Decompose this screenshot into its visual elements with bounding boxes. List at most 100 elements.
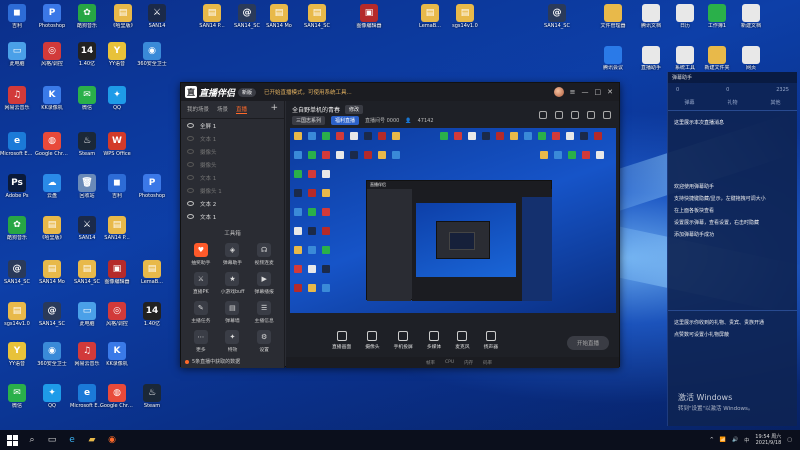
desktop-icon[interactable]: ✉ 微信: [0, 384, 34, 418]
desktop-icon[interactable]: Y YY语音: [0, 342, 34, 376]
tool-button[interactable]: ◈ 弹幕助手: [217, 243, 249, 266]
eye-icon[interactable]: [187, 214, 194, 219]
desktop-icon[interactable]: ♫ 网易云音乐: [0, 86, 34, 120]
desktop-icon[interactable]: Ps Adobe Ps: [0, 174, 34, 208]
close-icon[interactable]: ✕: [607, 88, 613, 96]
desktop-icon[interactable]: W WPS Office: [100, 132, 134, 166]
notification-icon[interactable]: ▢: [787, 437, 792, 443]
desktop-icon[interactable]: ▤ LemaB...: [413, 4, 447, 38]
tool-button[interactable]: ★ 小游戏buff: [217, 272, 249, 295]
desktop-icon[interactable]: ▭ 此电脑: [0, 42, 34, 76]
desktop-icon[interactable]: ◉ 360安全卫士: [135, 42, 169, 76]
tool-button[interactable]: ⚔ 直播PK: [185, 272, 217, 295]
eye-icon[interactable]: [187, 162, 194, 167]
source-control[interactable]: 手机投屏: [394, 330, 413, 350]
desktop-icon[interactable]: 腾讯会议: [596, 46, 630, 80]
tab-gifts[interactable]: 礼物: [727, 99, 737, 106]
desktop-icon[interactable]: K KK录像机: [35, 86, 69, 120]
task-view-icon[interactable]: ▭: [44, 432, 60, 448]
desktop-icon[interactable]: ⚔ SAN14: [140, 4, 174, 38]
tool-button[interactable]: ✎ 主播任务: [185, 301, 217, 324]
tool-button[interactable]: ♥ 抽奖助手: [185, 243, 217, 266]
desktop-icon[interactable]: 腾讯文档: [634, 4, 668, 38]
volume-icon[interactable]: 🔊: [732, 437, 738, 443]
desktop-icon[interactable]: ▤ SAN14 Mo: [262, 4, 296, 38]
scene-item[interactable]: 文本 1: [181, 210, 284, 223]
desktop-icon[interactable]: 直播助手: [634, 46, 668, 80]
eye-icon[interactable]: [187, 123, 194, 128]
desktop-icon[interactable]: ◼ 吉利: [100, 174, 134, 208]
scene-item[interactable]: 文本 2: [181, 197, 284, 210]
source-control[interactable]: 麦克风: [455, 330, 470, 350]
eye-icon[interactable]: [187, 136, 194, 141]
desktop-icon[interactable]: 14 1.40亿: [70, 42, 104, 76]
tab-live[interactable]: 直播: [236, 105, 248, 114]
desktop-icon[interactable]: 日历: [668, 4, 702, 38]
desktop-icon[interactable]: @ SAN14_SC: [230, 4, 264, 38]
desktop-icon[interactable]: ▤ sgs14v1.0: [448, 4, 482, 38]
tab-scenes[interactable]: 场景: [217, 105, 228, 114]
desktop-icon[interactable]: ◍Google Chrome: [35, 132, 69, 166]
edge-icon[interactable]: e: [64, 432, 80, 448]
desktop-icon[interactable]: P Photoshop: [35, 4, 69, 38]
explorer-icon[interactable]: ▰: [84, 432, 100, 448]
scene-item[interactable]: 摄像头: [181, 145, 284, 158]
version-badge[interactable]: 新版: [238, 87, 257, 97]
scene-item[interactable]: 摄像头 1: [181, 184, 284, 197]
scene-item[interactable]: 文本 1: [181, 171, 284, 184]
start-live-button[interactable]: 开始直播: [567, 336, 609, 350]
scene-item[interactable]: 全屏 1: [181, 119, 284, 132]
eye-icon[interactable]: [187, 188, 194, 193]
source-control[interactable]: 摄像头: [365, 330, 380, 350]
desktop-icon[interactable]: ▤ 《哈里版》: [106, 4, 140, 38]
desktop-icon[interactable]: ☁ 云盘: [35, 174, 69, 208]
desktop-icon[interactable]: ▤ 《哈里版》: [35, 216, 69, 250]
desktop-icon[interactable]: ◎ 风格/调控: [100, 302, 134, 336]
network-icon[interactable]: 📶: [720, 437, 726, 443]
desktop-icon[interactable]: ◎ 风格/调控: [35, 42, 69, 76]
desktop-icon[interactable]: ✦ QQ: [100, 86, 134, 120]
share-icon[interactable]: [571, 111, 579, 119]
desktop-icon[interactable]: K KK录像机: [100, 342, 134, 376]
desktop-icon[interactable]: ▤ SAN14 Mo: [35, 260, 69, 294]
desktop-icon[interactable]: e Microsoft Edge: [0, 132, 34, 166]
maximize-icon[interactable]: □: [595, 88, 602, 96]
desktop-icon[interactable]: ✦ QQ: [35, 384, 69, 418]
tool-button[interactable]: ▤ 弹幕墙: [217, 301, 249, 324]
desktop-icon[interactable]: ⚔ SAN14: [70, 216, 104, 250]
tab-other[interactable]: 其他: [770, 99, 780, 106]
desktop-icon[interactable]: ◍Google Chrome: [100, 384, 134, 418]
desktop-icon[interactable]: ◉ 360安全卫士: [35, 342, 69, 376]
desktop-icon[interactable]: 🗑 回收站: [70, 174, 104, 208]
desktop-icon[interactable]: @ SAN14_SC: [35, 302, 69, 336]
edit-title-button[interactable]: 修改: [345, 105, 364, 114]
scene-item[interactable]: 摄像头: [181, 158, 284, 171]
desktop-icon[interactable]: @ SAN14_SC: [0, 260, 34, 294]
source-control[interactable]: 扬声器: [484, 330, 498, 350]
avatar[interactable]: [553, 87, 564, 97]
desktop-icon[interactable]: e Microsoft Edge: [70, 384, 104, 418]
live-preview[interactable]: 直播伴侣: [290, 128, 616, 313]
category-chip[interactable]: 三国志系列: [292, 116, 326, 125]
desktop-icon[interactable]: ▤ sgs14v1.0: [0, 302, 34, 336]
tool-button[interactable]: ☰ 主播信息: [248, 301, 280, 324]
start-button[interactable]: [4, 432, 20, 448]
desktop-icon[interactable]: ▤ SAN14 P...: [195, 4, 229, 38]
desktop-icon[interactable]: ▤ SAN14_SC: [300, 4, 334, 38]
eye-icon[interactable]: [187, 149, 194, 154]
source-control[interactable]: 多媒体: [427, 330, 441, 350]
desktop-icon[interactable]: 新建文档: [734, 4, 768, 38]
record-icon[interactable]: [555, 111, 563, 119]
desktop-icon[interactable]: ▭ 此电脑: [70, 302, 104, 336]
desktop-icon[interactable]: ◼ 吉利: [0, 4, 34, 38]
add-scene-icon[interactable]: +: [270, 103, 278, 113]
desktop-icon[interactable]: ✉ 微信: [70, 86, 104, 120]
live-app-taskbar-icon[interactable]: ◉: [104, 432, 120, 448]
menu-icon[interactable]: ≡: [570, 88, 576, 96]
desktop-icon[interactable]: ▣ 图像编辑器: [100, 260, 134, 294]
desktop-icon[interactable]: P Photoshop: [135, 174, 169, 208]
tab-my-scenes[interactable]: 我的场景: [187, 105, 209, 114]
layout-icon[interactable]: [539, 111, 547, 119]
minimize-icon[interactable]: —: [582, 88, 589, 96]
desktop-icon[interactable]: Y YY语音: [100, 42, 134, 76]
